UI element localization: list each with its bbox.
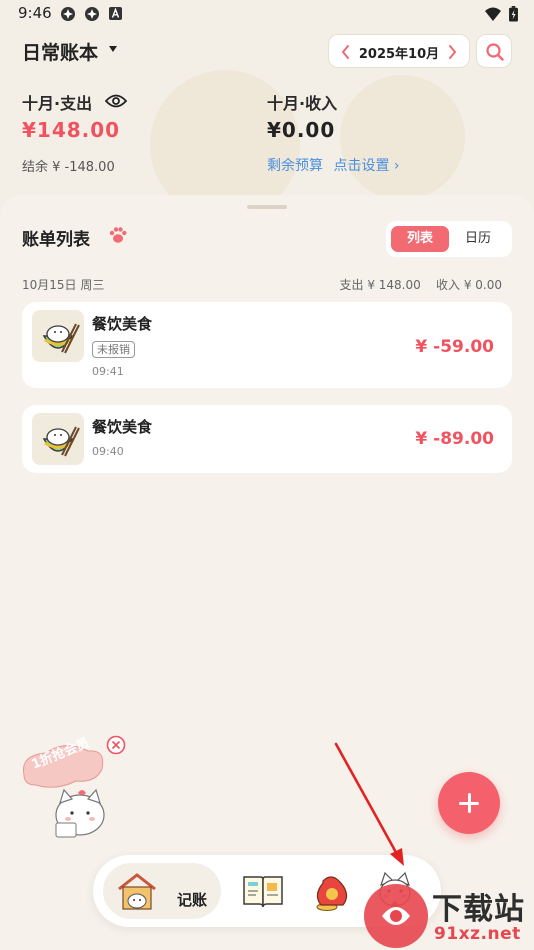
food-category-icon bbox=[32, 310, 84, 362]
chevron-down-icon[interactable] bbox=[108, 44, 118, 54]
bill-category: 餐饮美食 bbox=[92, 418, 153, 436]
status-bar: 9:46 bbox=[0, 0, 534, 28]
close-icon[interactable] bbox=[106, 735, 126, 755]
money-bag-icon[interactable] bbox=[309, 869, 353, 913]
income-label: 十月·收入 bbox=[267, 94, 338, 113]
nav-item-bookkeeping[interactable]: 记账 bbox=[103, 863, 221, 919]
view-toggle: 列表 日历 bbox=[386, 221, 512, 257]
a-badge-icon bbox=[109, 7, 122, 20]
add-record-button[interactable] bbox=[438, 772, 500, 834]
eye-icon[interactable] bbox=[105, 93, 127, 109]
app-notification-icon bbox=[61, 7, 75, 21]
status-time: 9:46 bbox=[18, 4, 52, 22]
bill-item[interactable]: 餐饮美食 未报销 09:41 ¥ -59.00 bbox=[22, 302, 512, 388]
expense-amount: ¥148.00 bbox=[22, 118, 121, 142]
watermark-domain: 91xz.net bbox=[434, 924, 521, 944]
expense-label: 十月·支出 bbox=[22, 94, 93, 113]
income-amount: ¥0.00 bbox=[267, 118, 336, 142]
house-cat-icon bbox=[118, 873, 156, 910]
day-date: 10月15日 周三 bbox=[22, 278, 105, 292]
watermark-brand: 下载站 bbox=[432, 892, 525, 927]
search-icon bbox=[486, 43, 504, 61]
budget-action[interactable]: 点击设置 › bbox=[333, 158, 399, 174]
bill-amount: ¥ -59.00 bbox=[415, 337, 494, 357]
app-notification-icon bbox=[85, 7, 99, 21]
nav-label-bookkeeping: 记账 bbox=[177, 891, 208, 909]
bill-category: 餐饮美食 bbox=[92, 315, 153, 333]
chevron-right-icon[interactable] bbox=[447, 44, 457, 60]
red-arrow-annotation bbox=[334, 742, 404, 866]
wifi-icon bbox=[485, 7, 501, 21]
book-icon[interactable] bbox=[241, 869, 285, 913]
bill-list-title: 账单列表 bbox=[22, 230, 90, 250]
balance-text: 结余 ¥ -148.00 bbox=[22, 160, 115, 175]
bill-amount: ¥ -89.00 bbox=[415, 429, 494, 449]
sheet-drag-handle[interactable] bbox=[247, 205, 287, 209]
reimbursement-tag: 未报销 bbox=[92, 341, 135, 358]
book-title[interactable]: 日常账本 bbox=[22, 38, 98, 65]
bill-time: 09:41 bbox=[92, 365, 124, 378]
food-category-icon bbox=[32, 413, 84, 465]
search-button[interactable] bbox=[476, 34, 512, 68]
budget-setting[interactable]: 剩余预算 点击设置 › bbox=[267, 155, 400, 175]
plus-icon-stroke bbox=[468, 793, 471, 813]
budget-label: 剩余预算 bbox=[267, 158, 323, 174]
day-summary: 支出 ¥ 148.00 收入 ¥ 0.00 bbox=[339, 278, 503, 292]
paw-icon bbox=[109, 227, 127, 243]
tab-calendar[interactable]: 日历 bbox=[449, 226, 507, 252]
bill-item[interactable]: 餐饮美食 09:40 ¥ -89.00 bbox=[22, 405, 512, 473]
month-picker[interactable]: 2025年10月 bbox=[328, 34, 470, 68]
tab-list[interactable]: 列表 bbox=[391, 226, 449, 252]
background-circle-right bbox=[340, 75, 465, 200]
battery-icon bbox=[509, 6, 518, 22]
bill-time: 09:40 bbox=[92, 445, 124, 458]
